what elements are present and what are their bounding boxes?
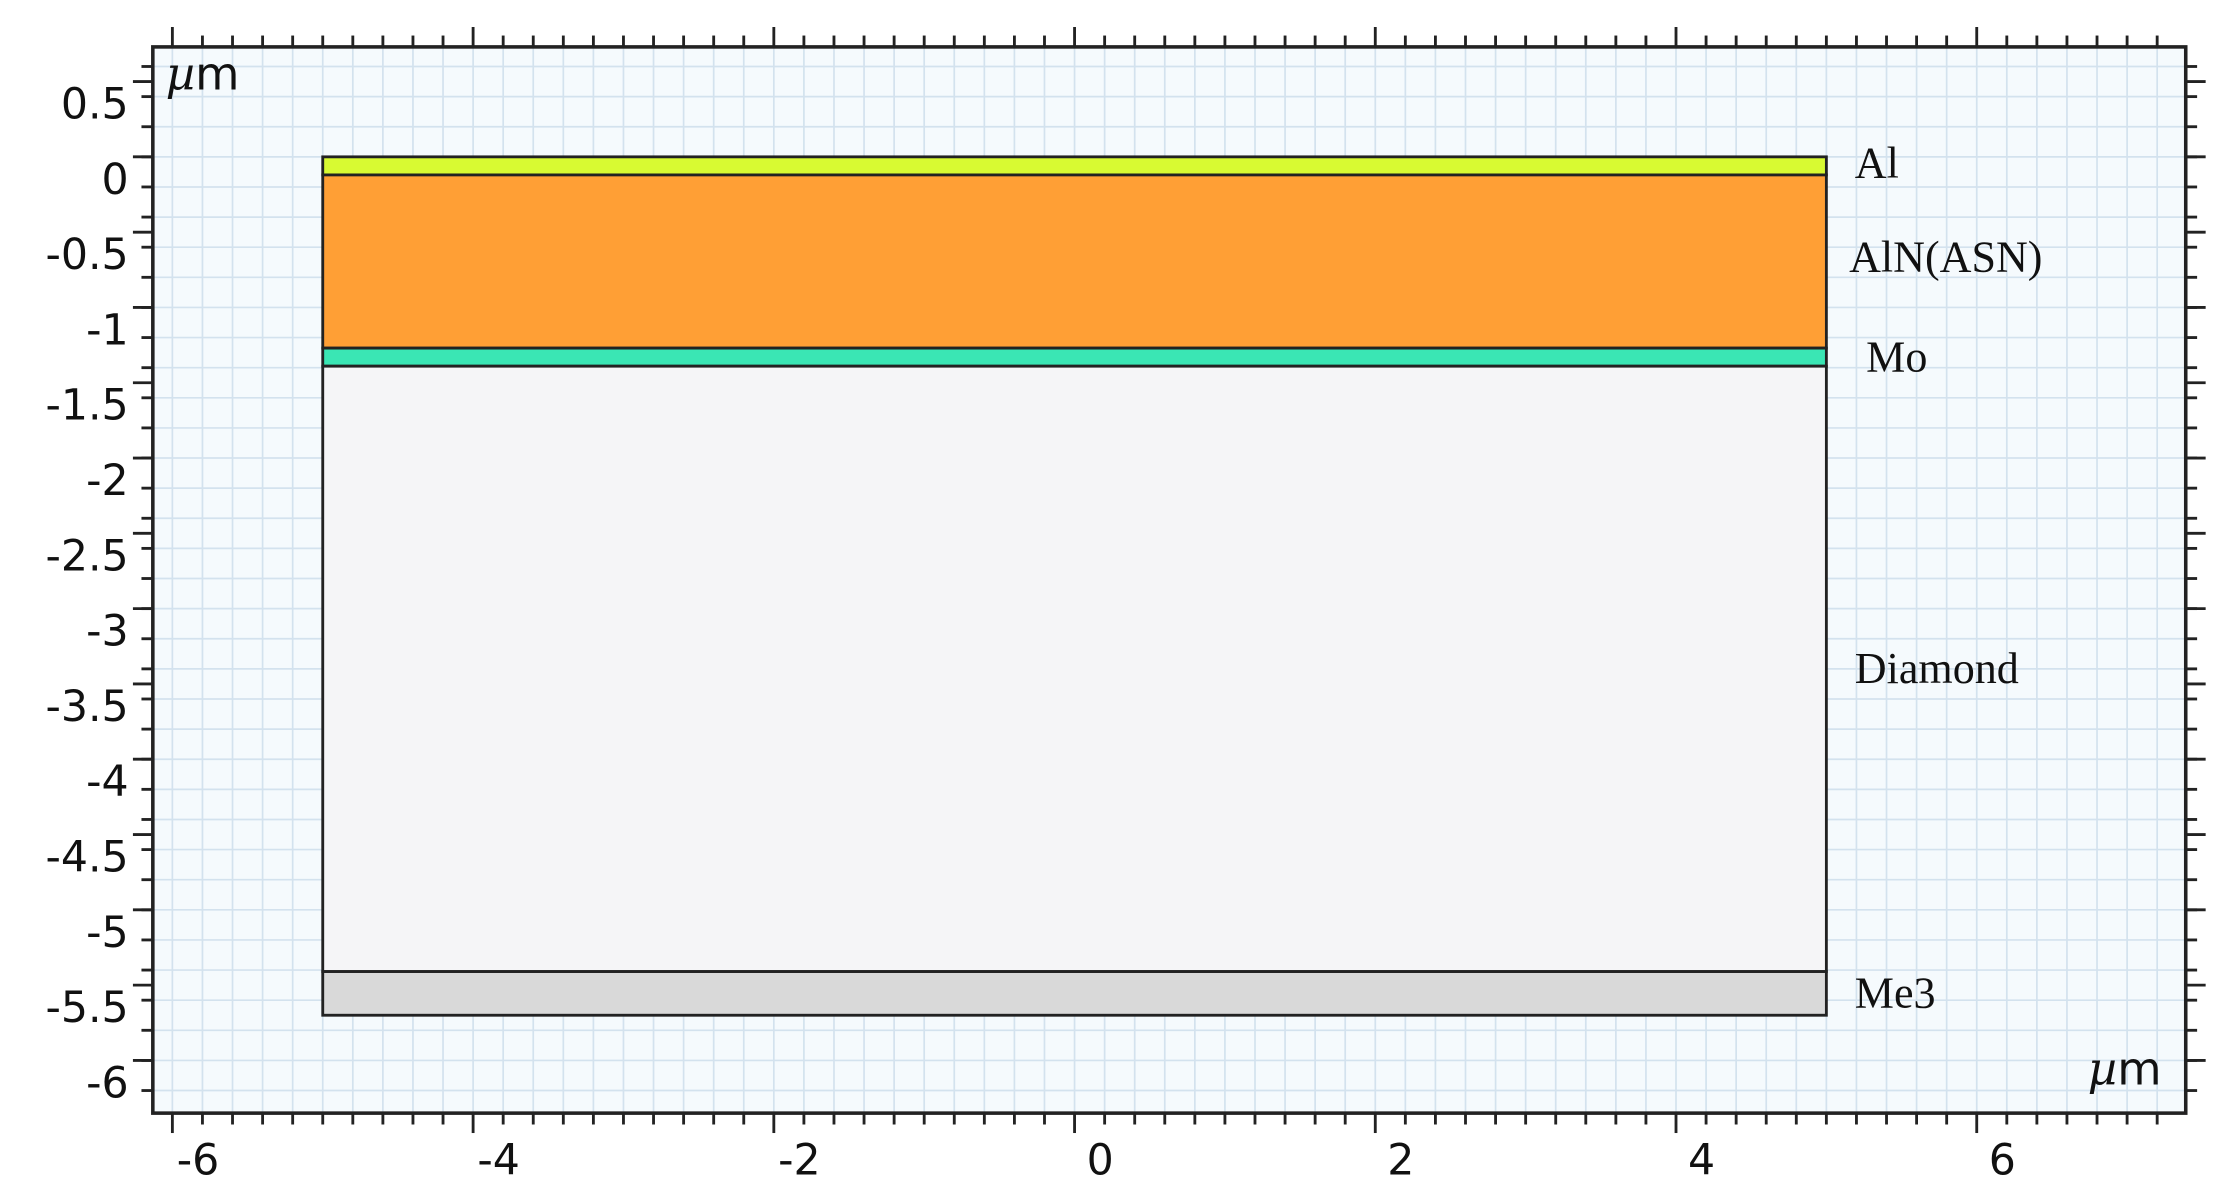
- x-tick-label: 0: [1087, 1135, 1114, 1185]
- y-unit-label: µm: [166, 48, 240, 101]
- y-tick-label: -4.5: [45, 832, 128, 882]
- layer-al: [321, 155, 1828, 177]
- y-tick-label: -6: [86, 1058, 129, 1108]
- layer-me3: [321, 970, 1828, 1017]
- x-unit-mu: µ: [2088, 1043, 2118, 1096]
- y-tick-label: -1.5: [45, 381, 128, 431]
- y-unit-mu: µ: [166, 48, 196, 101]
- y-tick-label: -5: [86, 908, 129, 958]
- y-tick-label: -3: [86, 607, 129, 657]
- x-tick-label: 2: [1387, 1135, 1414, 1185]
- x-tick-label: 6: [1989, 1135, 2016, 1185]
- layer-label-al: Al: [1855, 138, 1899, 187]
- y-tick-label: -2: [86, 456, 129, 506]
- x-tick-label: 4: [1688, 1135, 1715, 1185]
- y-tick-label: 0.5: [61, 80, 129, 130]
- layer-diamond: [321, 364, 1828, 973]
- x-tick-label: -4: [477, 1135, 520, 1185]
- layer-label-aln-asn: AlN(ASN): [1849, 232, 2042, 281]
- y-tick-label: -1: [86, 305, 129, 355]
- x-unit-label: µm: [2088, 1043, 2162, 1096]
- x-tick-label: -2: [778, 1135, 821, 1185]
- layer-label-diamond: Diamond: [1855, 644, 2019, 693]
- geometry-plot: 0.5 0 -0.5 -1 -1.5 -2 -2.5 -3 -3.5 -4 -4.5 -5 -5.5 -6…: [45, 27, 2206, 1185]
- y-unit-m: m: [195, 48, 239, 101]
- layer-aln-asn: [321, 173, 1828, 350]
- layer-mo: [321, 346, 1828, 368]
- x-unit-m: m: [2117, 1043, 2161, 1096]
- y-tick-label: -0.5: [45, 230, 128, 280]
- y-tick-label: -5.5: [45, 983, 128, 1033]
- layer-label-mo: Mo: [1866, 332, 1927, 381]
- y-tick-label: 0: [102, 155, 129, 205]
- y-tick-label: -4: [86, 757, 129, 807]
- x-tick-label: -6: [177, 1135, 220, 1185]
- layers: [321, 155, 1828, 1017]
- y-tick-label: -3.5: [45, 682, 128, 732]
- y-tick-label: -2.5: [45, 531, 128, 581]
- layer-label-me3: Me3: [1855, 969, 1936, 1018]
